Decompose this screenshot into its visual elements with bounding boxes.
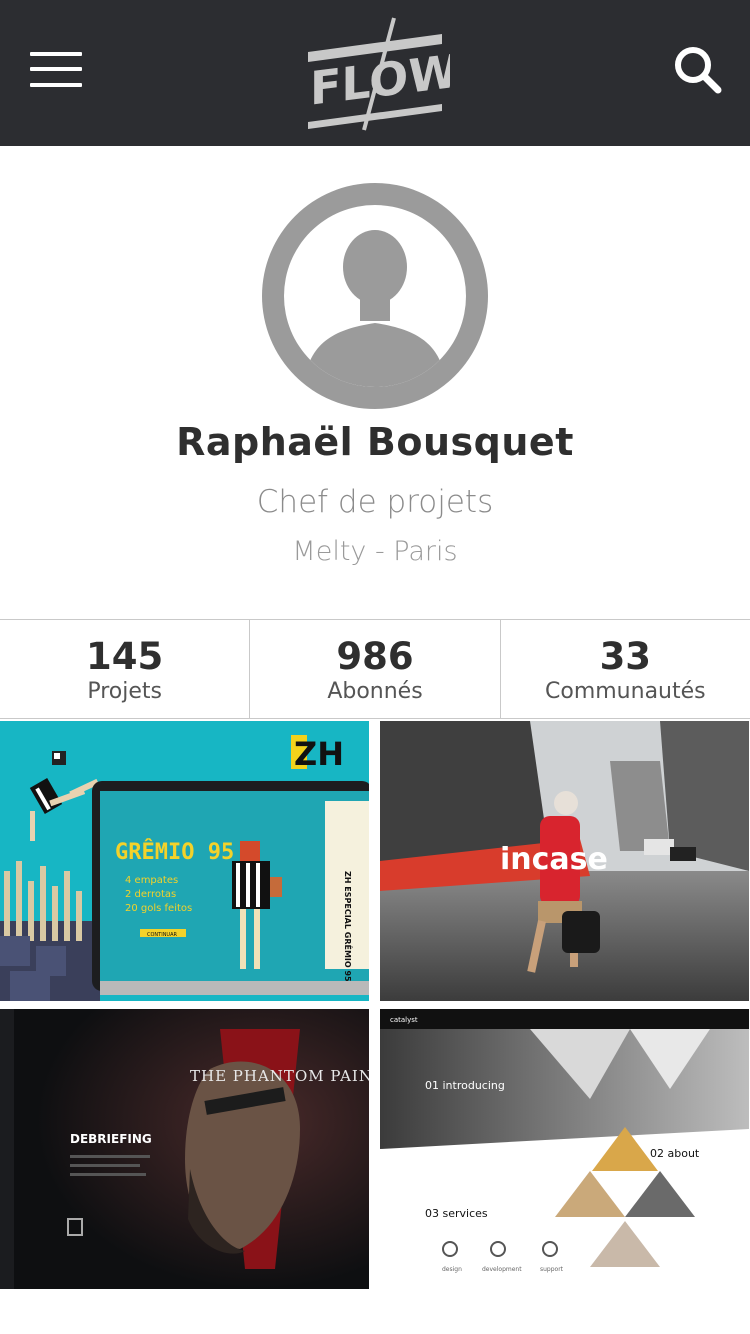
svg-text:02 about: 02 about: [650, 1147, 700, 1160]
project-tile[interactable]: catalyst 01 introducing 02 about 03 serv…: [380, 1009, 749, 1289]
menu-line: [30, 83, 82, 87]
svg-text:support: support: [540, 1266, 564, 1273]
flow-logo[interactable]: FLOW: [300, 14, 450, 134]
svg-text:4 empates: 4 empates: [125, 875, 178, 886]
avatar[interactable]: [262, 183, 488, 409]
svg-text:CONTINUAR: CONTINUAR: [147, 932, 178, 938]
stat-value: 986: [336, 635, 414, 678]
stat-followers[interactable]: 986 Abonnés: [250, 620, 501, 718]
svg-text:incase: incase: [500, 842, 608, 877]
stat-value: 145: [86, 635, 164, 678]
profile-role: Chef de projets: [256, 484, 494, 520]
project-tile[interactable]: incase: [380, 721, 749, 1001]
stat-label: Abonnés: [327, 679, 423, 704]
app-header: FLOW: [0, 0, 750, 146]
stat-label: Projets: [87, 679, 162, 704]
project-thumbnail: incase: [380, 721, 749, 1001]
svg-text:GRÊMIO 95: GRÊMIO 95: [115, 839, 234, 865]
svg-text:THE PHANTOM PAIN: THE PHANTOM PAIN: [190, 1067, 369, 1085]
search-icon[interactable]: [672, 44, 724, 96]
project-tile[interactable]: ZH GRÊMIO 95 4 empates 2 derrotas 20 gol…: [0, 721, 369, 1001]
menu-line: [30, 67, 82, 71]
svg-text:03 services: 03 services: [425, 1207, 488, 1220]
svg-text:DEBRIEFING: DEBRIEFING: [70, 1132, 152, 1146]
project-thumbnail: ZH GRÊMIO 95 4 empates 2 derrotas 20 gol…: [0, 721, 369, 1001]
svg-text:ZH: ZH: [294, 735, 344, 773]
project-thumbnail: THE PHANTOM PAIN DEBRIEFING: [0, 1009, 369, 1289]
stats-bar: 145 Projets 986 Abonnés 33 Communautés: [0, 619, 750, 719]
svg-text:01 introducing: 01 introducing: [425, 1079, 505, 1092]
svg-text:development: development: [482, 1266, 522, 1273]
menu-line: [30, 52, 82, 56]
svg-text:catalyst: catalyst: [390, 1016, 418, 1024]
stat-value: 33: [599, 635, 652, 678]
svg-text:2 derrotas: 2 derrotas: [125, 889, 176, 900]
svg-text:20 gols feitos: 20 gols feitos: [125, 903, 192, 914]
svg-text:design: design: [442, 1266, 462, 1273]
project-tile[interactable]: THE PHANTOM PAIN DEBRIEFING: [0, 1009, 369, 1289]
profile-name: Raphaël Bousquet: [176, 420, 574, 464]
svg-text:ZH ESPECIAL GRÊMIO 95: ZH ESPECIAL GRÊMIO 95: [343, 871, 354, 982]
hamburger-menu-icon[interactable]: [28, 50, 84, 90]
stat-projects[interactable]: 145 Projets: [0, 620, 251, 718]
stat-label: Communautés: [545, 679, 706, 704]
profile-location: Melty - Paris: [292, 536, 458, 567]
project-thumbnail: catalyst 01 introducing 02 about 03 serv…: [380, 1009, 749, 1289]
stat-communities[interactable]: 33 Communautés: [501, 620, 750, 718]
